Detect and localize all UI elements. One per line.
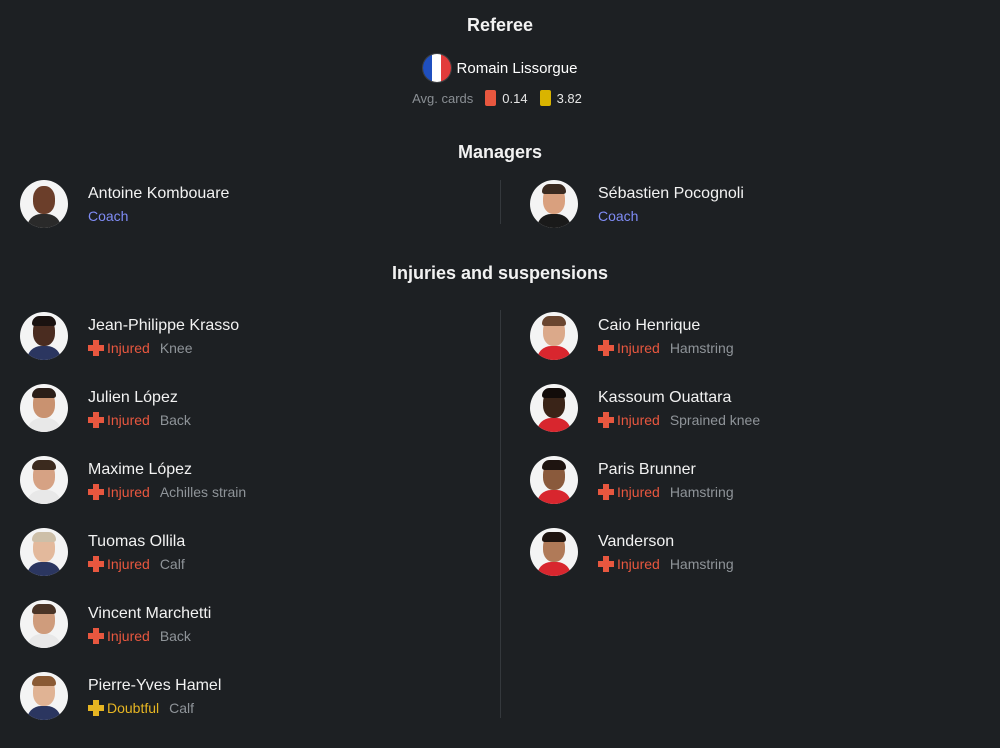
injury-cross-icon [88, 411, 104, 428]
injury-cross-icon [88, 483, 104, 500]
injury-reason: Hamstring [669, 483, 734, 500]
injury-reason: Back [159, 627, 191, 644]
injury-cross-icon [88, 339, 104, 356]
yellow-card-icon [539, 90, 551, 106]
injury-item[interactable]: Vincent Marchetti Injured Back [20, 598, 460, 650]
injuries-divider [500, 310, 501, 718]
injury-cross-icon [88, 555, 104, 572]
yellow-card-average: 3.82 [556, 90, 582, 106]
injury-status: Injured [617, 411, 660, 428]
injury-status: Injured [107, 411, 150, 428]
referee-row[interactable]: Romain Lissorgue [0, 52, 1000, 84]
injury-item[interactable]: Caio Henrique Injured Hamstring [530, 310, 970, 362]
injury-status: Injured [617, 555, 660, 572]
avatar [20, 456, 68, 504]
injuries-title: Injuries and suspensions [391, 263, 609, 283]
injury-item[interactable]: Kassoum Ouattara Injured Sprained knee [530, 382, 970, 434]
avatar [20, 672, 68, 720]
injury-reason: Back [159, 411, 191, 428]
player-name: Caio Henrique [598, 316, 701, 334]
avatar [20, 600, 68, 648]
avg-cards-row: Avg. cards 0.14 3.82 [0, 88, 1000, 108]
managers-title: Managers [457, 142, 543, 162]
player-name: Vanderson [598, 532, 675, 550]
injury-item[interactable]: Jean-Philippe Krasso Injured Knee [20, 310, 460, 362]
injury-item[interactable]: Tuomas Ollila Injured Calf [20, 526, 460, 578]
injury-cross-icon [598, 339, 614, 356]
injury-status: Injured [107, 555, 150, 572]
referee-title: Referee [466, 15, 534, 35]
avatar [530, 180, 578, 228]
player-name: Jean-Philippe Krasso [88, 316, 240, 334]
red-card-average: 0.14 [502, 90, 528, 106]
injury-status: Injured [107, 627, 150, 644]
injury-item[interactable]: Vanderson Injured Hamstring [530, 526, 970, 578]
doubtful-cross-icon [88, 699, 104, 716]
manager-role: Coach [598, 207, 639, 224]
avatar [530, 384, 578, 432]
injury-cross-icon [598, 555, 614, 572]
injury-cross-icon [88, 627, 104, 644]
injury-status: Injured [617, 483, 660, 500]
manager-name: Sébastien Pocognoli [598, 184, 744, 202]
injury-reason: Hamstring [669, 339, 734, 356]
managers-divider [500, 180, 501, 224]
injury-reason: Achilles strain [159, 483, 247, 500]
injury-reason: Sprained knee [669, 411, 761, 428]
injury-status: Doubtful [107, 699, 160, 716]
injury-item[interactable]: Maxime López Injured Achilles strain [20, 454, 460, 506]
injury-item[interactable]: Pierre-Yves Hamel Doubtful Calf [20, 670, 460, 722]
injury-reason: Knee [159, 339, 193, 356]
manager-name: Antoine Kombouare [88, 184, 230, 202]
manager-right[interactable]: Sébastien Pocognoli Coach [530, 178, 970, 230]
manager-role: Coach [88, 207, 129, 224]
avg-cards-label: Avg. cards [412, 90, 474, 106]
player-name: Paris Brunner [598, 460, 696, 478]
red-card-icon [485, 90, 497, 106]
avatar [20, 312, 68, 360]
injury-status: Injured [107, 339, 150, 356]
injury-item[interactable]: Paris Brunner Injured Hamstring [530, 454, 970, 506]
france-flag-icon [422, 54, 451, 82]
injury-cross-icon [598, 483, 614, 500]
avatar [20, 384, 68, 432]
player-name: Julien López [88, 388, 178, 406]
injury-reason: Hamstring [669, 555, 734, 572]
avatar [20, 180, 68, 228]
referee-name[interactable]: Romain Lissorgue [457, 60, 578, 77]
avatar [530, 312, 578, 360]
injury-cross-icon [598, 411, 614, 428]
injury-status: Injured [107, 483, 150, 500]
injury-reason: Calf [159, 555, 185, 572]
injury-item[interactable]: Julien López Injured Back [20, 382, 460, 434]
injury-reason: Calf [169, 699, 195, 716]
player-name: Tuomas Ollila [88, 532, 186, 550]
player-name: Maxime López [88, 460, 193, 478]
player-name: Pierre-Yves Hamel [88, 676, 222, 694]
avatar [20, 528, 68, 576]
avatar [530, 456, 578, 504]
avatar [530, 528, 578, 576]
player-name: Vincent Marchetti [88, 604, 212, 622]
match-info-panel: Referee Romain Lissorgue Avg. cards 0.14… [0, 0, 1000, 748]
player-name: Kassoum Ouattara [598, 388, 732, 406]
injury-status: Injured [617, 339, 660, 356]
manager-left[interactable]: Antoine Kombouare Coach [20, 178, 460, 230]
